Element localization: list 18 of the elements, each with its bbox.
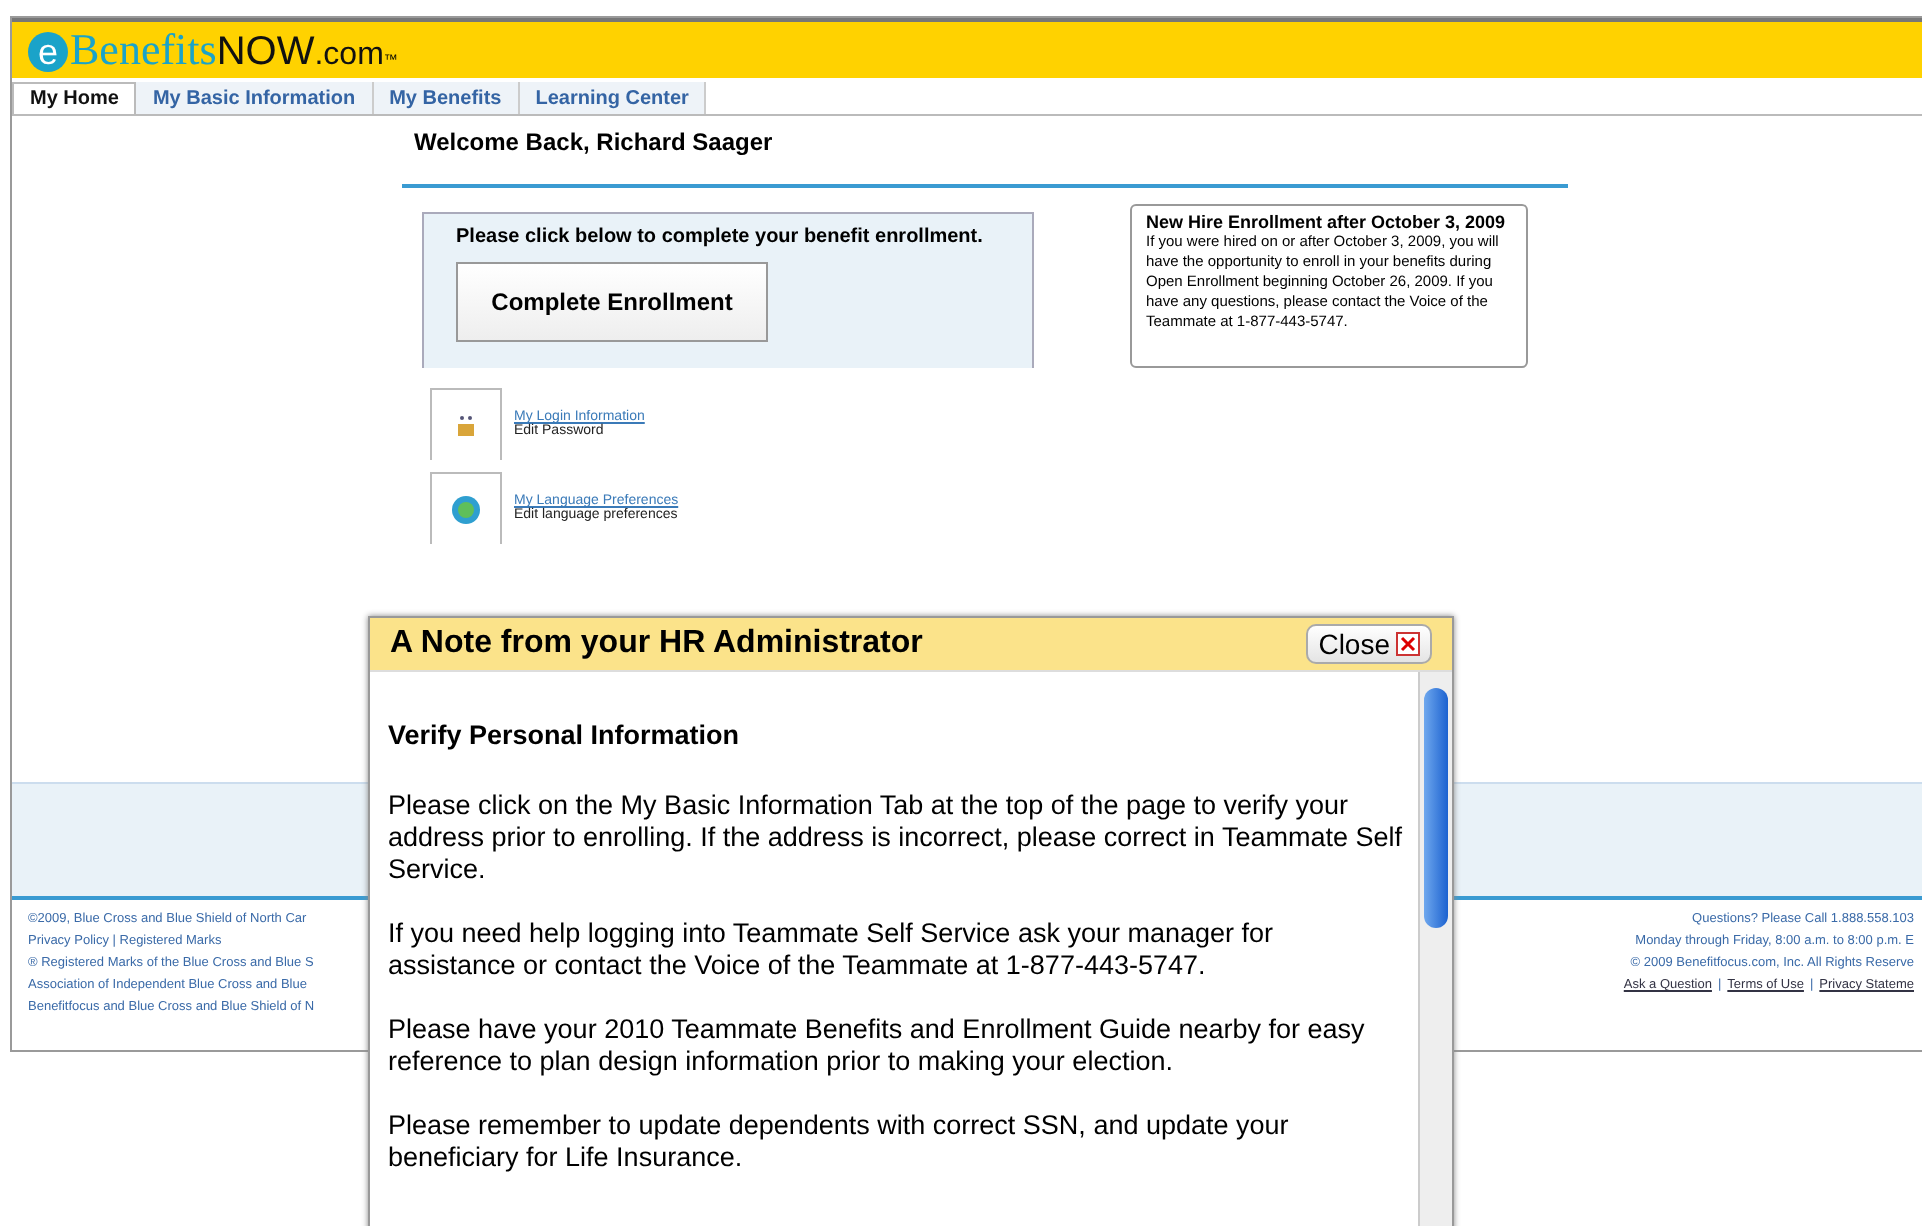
note-paragraph: Please click on the My Basic Information Tab at the top of the page to verify your address prior to enrolling. If the address is incorrect, please correct in Teammate Self Service. [388, 790, 1402, 886]
tab[interactable]: Learning Center [519, 82, 707, 114]
dialog-title: A Note from your HR Administrator [390, 626, 923, 662]
welcome-heading: Welcome Back, Richard Saager [412, 126, 775, 160]
globe-icon [450, 493, 482, 525]
tab[interactable]: My Home [12, 82, 137, 114]
tab[interactable]: My Basic Information [136, 82, 374, 114]
enrollment-prompt: Please click below to complete your benefit enrollment. [456, 226, 985, 248]
note-paragraph: Please remember to update dependents with correct SSN, and update your beneficiary for Life Insurance. [388, 1110, 1291, 1174]
complete-enrollment-button[interactable]: Complete Enrollment [456, 262, 768, 342]
tab[interactable]: My Benefits [373, 82, 520, 114]
scrollbar[interactable] [1418, 672, 1452, 1226]
note-paragraph: If you need help logging into Teammate Self Service ask your manager for assistance or contact the Voice of the Teammate at 1-877-443-5747. [388, 918, 1276, 982]
section-heading: Verify Personal Information [388, 720, 742, 750]
close-icon [1396, 632, 1420, 656]
close-button[interactable]: Close [1306, 624, 1432, 664]
note-paragraph: Please have your 2010 Teammate Benefits and Enrollment Guide nearby for easy reference to plan design information prior to making your election. [388, 1014, 1367, 1078]
notice-title: New Hire Enrollment after October 3, 2009 [1146, 212, 1508, 232]
